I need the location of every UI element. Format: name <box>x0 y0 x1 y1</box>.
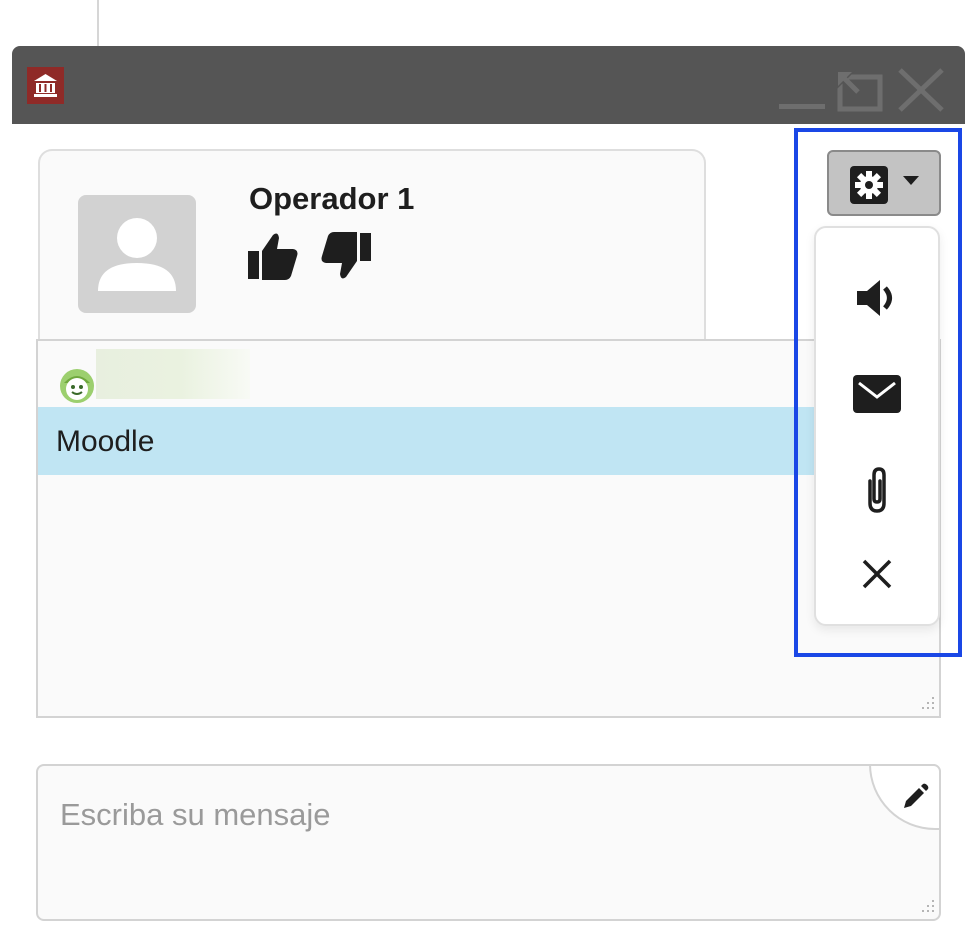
highlight-box <box>794 128 962 657</box>
restore-icon <box>836 70 883 112</box>
pencil-icon <box>904 783 929 808</box>
close-icon <box>898 68 944 112</box>
operator-card: Operador 1 <box>38 149 706 343</box>
minimize-button[interactable] <box>777 68 829 112</box>
user-silhouette-icon <box>98 218 176 291</box>
message-input-container <box>36 764 941 921</box>
redacted-user-name <box>96 349 250 399</box>
avatar <box>78 195 196 313</box>
restore-button[interactable] <box>832 68 890 112</box>
divider-line <box>97 0 99 48</box>
university-building-icon <box>27 67 64 104</box>
close-window-button[interactable] <box>894 68 950 112</box>
resize-grip[interactable] <box>917 897 935 915</box>
message-input[interactable] <box>38 766 939 919</box>
resize-grip[interactable] <box>917 694 935 712</box>
minimize-icon <box>779 104 825 109</box>
chat-message-text: Moodle <box>56 425 155 458</box>
operator-name: Operador 1 <box>249 181 415 216</box>
window-titlebar[interactable] <box>12 46 965 124</box>
thumbs-down-button[interactable] <box>319 229 373 283</box>
thumbs-up-button[interactable] <box>246 229 300 283</box>
thumbs-up-icon <box>248 233 298 280</box>
thumbs-down-icon <box>321 232 371 279</box>
smiley-icon <box>58 367 96 405</box>
